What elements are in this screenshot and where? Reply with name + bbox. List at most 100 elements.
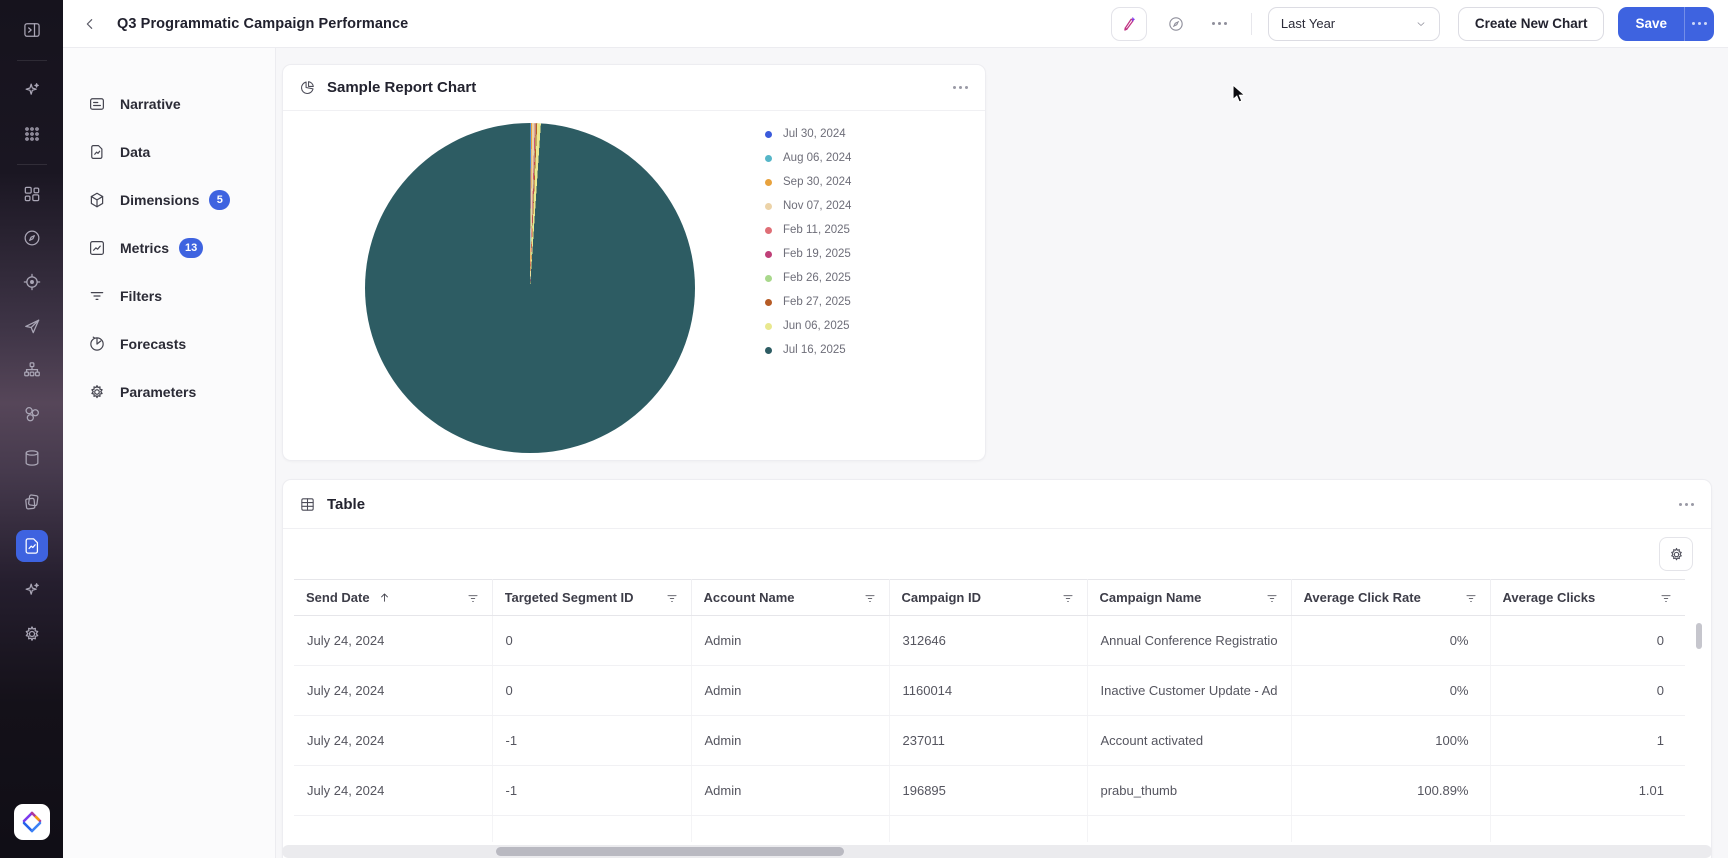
sidebar-item-label: Data <box>120 144 150 160</box>
sort-asc-icon[interactable] <box>378 591 391 604</box>
panel-toggle-icon[interactable] <box>16 14 48 46</box>
sidebar-item-metrics[interactable]: Metrics 13 <box>63 224 275 272</box>
table-row[interactable]: July 24, 2024 -1 Admin 196895 prabu_thum… <box>294 766 1685 816</box>
table-row-partial[interactable] <box>294 816 1685 842</box>
ai-sparkles-icon[interactable] <box>16 74 48 106</box>
save-split-button: Save <box>1618 7 1714 41</box>
legend-item[interactable]: Jun 06, 2025 <box>765 314 851 338</box>
dashboard-blocks-icon[interactable] <box>16 178 48 210</box>
horizontal-scrollbar-thumb[interactable] <box>496 847 844 856</box>
compass-icon[interactable] <box>16 222 48 254</box>
chart-legend: Jul 30, 2024 Aug 06, 2024 Sep 30, 2024 N… <box>765 122 851 362</box>
legend-item[interactable]: Nov 07, 2024 <box>765 194 851 218</box>
pie-chart[interactable] <box>365 123 695 453</box>
rail-divider <box>17 60 47 61</box>
filter-icon[interactable] <box>466 591 480 605</box>
save-more-button[interactable] <box>1684 7 1714 41</box>
table-vertical-scrollbar[interactable] <box>1696 623 1702 649</box>
cell-campaign-name: Inactive Customer Update - Ad <box>1087 666 1291 716</box>
settings-icon[interactable] <box>16 618 48 650</box>
legend-item[interactable]: Feb 26, 2025 <box>765 266 851 290</box>
hierarchy-icon[interactable] <box>16 354 48 386</box>
table-toolbar <box>283 529 1711 579</box>
table-horizontal-scrollbar[interactable] <box>282 845 1712 858</box>
magic-pen-button[interactable] <box>1111 7 1147 41</box>
column-header-average-clicks[interactable]: Average Clicks <box>1490 580 1685 616</box>
brand-logo[interactable] <box>14 804 50 840</box>
legend-item[interactable]: Jul 16, 2025 <box>765 338 851 362</box>
legend-dot <box>765 251 772 258</box>
database-icon[interactable] <box>16 442 48 474</box>
table-settings-button[interactable] <box>1659 537 1693 571</box>
sidebar-item-filters[interactable]: Filters <box>63 272 275 320</box>
table-row[interactable]: July 24, 2024 0 Admin 312646 Annual Conf… <box>294 616 1685 666</box>
legend-item[interactable]: Sep 30, 2024 <box>765 170 851 194</box>
column-header-send-date[interactable]: Send Date <box>294 580 492 616</box>
legend-label: Aug 06, 2024 <box>783 152 851 164</box>
sidebar-item-narrative[interactable]: Narrative <box>63 80 275 128</box>
pie-chart-icon <box>299 79 316 96</box>
time-range-select[interactable]: Last Year <box>1268 7 1440 41</box>
filter-icon[interactable] <box>863 591 877 605</box>
sidebar-item-parameters[interactable]: Parameters <box>63 368 275 416</box>
table-header-row: Send Date Targeted Segment ID Account Na… <box>294 580 1685 616</box>
column-header-average-click-rate[interactable]: Average Click Rate <box>1291 580 1490 616</box>
save-button[interactable]: Save <box>1618 7 1684 41</box>
dimensions-icon <box>88 191 106 209</box>
layers-icon[interactable] <box>16 486 48 518</box>
column-header-campaign-name[interactable]: Campaign Name <box>1087 580 1291 616</box>
metrics-count-badge: 13 <box>179 238 203 258</box>
legend-dot <box>765 323 772 330</box>
create-new-chart-button[interactable]: Create New Chart <box>1458 7 1605 41</box>
legend-item[interactable]: Feb 27, 2025 <box>765 290 851 314</box>
cell-targeted-segment-id: -1 <box>492 766 691 816</box>
legend-label: Feb 26, 2025 <box>783 272 851 284</box>
sidebar-item-forecasts[interactable]: Forecasts <box>63 320 275 368</box>
legend-item[interactable]: Feb 19, 2025 <box>765 242 851 266</box>
cell-account-name: Admin <box>691 716 889 766</box>
sidebar-item-data[interactable]: Data <box>63 128 275 176</box>
filter-icon[interactable] <box>665 591 679 605</box>
shapes-icon[interactable] <box>16 398 48 430</box>
filter-icon[interactable] <box>1265 591 1279 605</box>
column-header-account-name[interactable]: Account Name <box>691 580 889 616</box>
cell-campaign-id: 237011 <box>889 716 1087 766</box>
cell-campaign-id: 1160014 <box>889 666 1087 716</box>
pie-chart-area: Jul 30, 2024 Aug 06, 2024 Sep 30, 2024 N… <box>283 111 985 461</box>
legend-item[interactable]: Aug 06, 2024 <box>765 146 851 170</box>
column-header-targeted-segment-id[interactable]: Targeted Segment ID <box>492 580 691 616</box>
sidebar-item-dimensions[interactable]: Dimensions 5 <box>63 176 275 224</box>
column-header-campaign-id[interactable]: Campaign ID <box>889 580 1087 616</box>
column-label: Account Name <box>704 590 795 605</box>
dimensions-count-badge: 5 <box>209 190 230 210</box>
filter-icon[interactable] <box>1464 591 1478 605</box>
column-label: Targeted Segment ID <box>505 590 634 605</box>
header-more-icon[interactable] <box>1205 9 1235 39</box>
table-row[interactable]: July 24, 2024 -1 Admin 237011 Account ac… <box>294 716 1685 766</box>
filter-icon[interactable] <box>1659 591 1673 605</box>
cell-send-date: July 24, 2024 <box>294 716 492 766</box>
explore-compass-icon[interactable] <box>1161 9 1191 39</box>
cell-average-click-rate: 100.89% <box>1291 766 1490 816</box>
cell-send-date: July 24, 2024 <box>294 666 492 716</box>
ai-assist-icon[interactable] <box>16 574 48 606</box>
apps-grid-icon[interactable] <box>16 118 48 150</box>
legend-item[interactable]: Jul 30, 2024 <box>765 122 851 146</box>
back-button[interactable] <box>75 9 105 39</box>
sidebar-item-label: Filters <box>120 288 162 304</box>
legend-dot <box>765 227 772 234</box>
send-icon[interactable] <box>16 310 48 342</box>
legend-item[interactable]: Feb 11, 2025 <box>765 218 851 242</box>
cell-average-click-rate: 0% <box>1291 616 1490 666</box>
cell-account-name: Admin <box>691 616 889 666</box>
chart-more-icon[interactable] <box>951 86 969 89</box>
report-icon[interactable] <box>16 530 48 562</box>
table-more-icon[interactable] <box>1677 503 1695 506</box>
target-icon[interactable] <box>16 266 48 298</box>
filter-icon[interactable] <box>1061 591 1075 605</box>
column-label: Campaign Name <box>1100 590 1202 605</box>
table-row[interactable]: July 24, 2024 0 Admin 1160014 Inactive C… <box>294 666 1685 716</box>
report-canvas: Sample Report Chart Jul 30, 2024 Aug 06,… <box>276 48 1728 858</box>
cell-account-name: Admin <box>691 766 889 816</box>
cell-campaign-id: 196895 <box>889 766 1087 816</box>
